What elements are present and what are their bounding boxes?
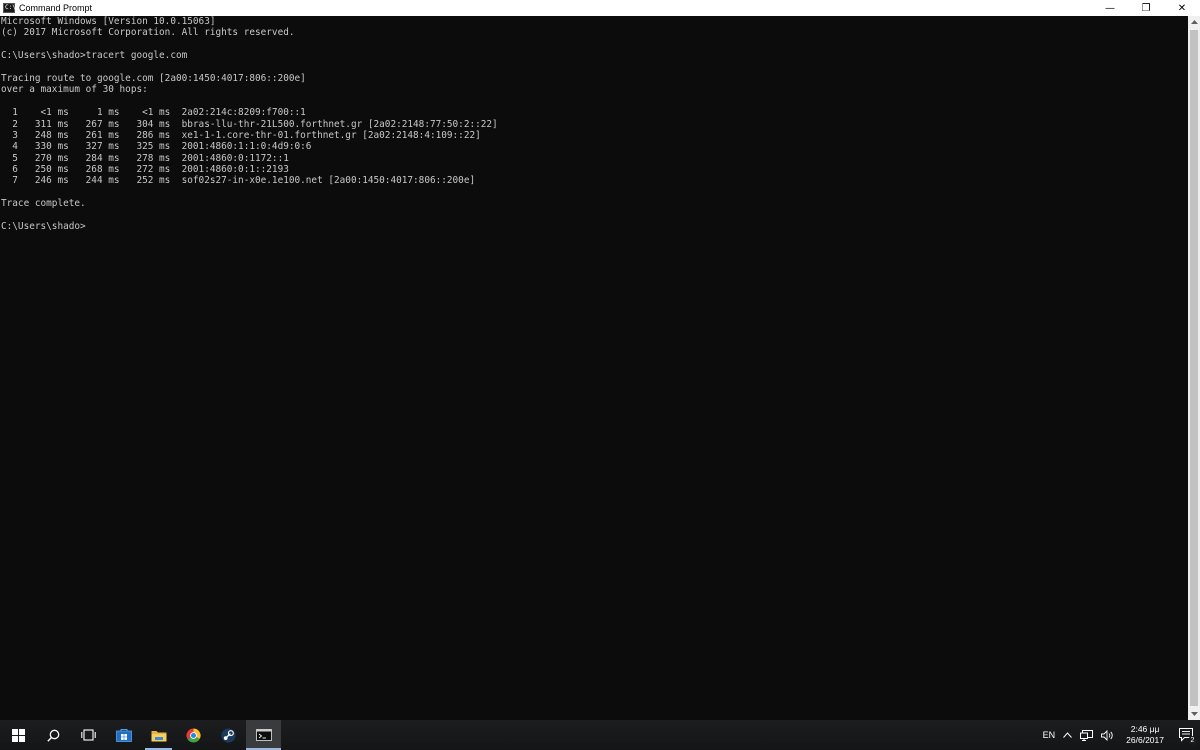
restore-button[interactable]: ❐ (1128, 0, 1164, 16)
console-line: C:\Users\shado>tracert google.com (1, 50, 188, 62)
console-line: 1 <1 ms 1 ms <1 ms 2a02:214c:8209:f700::… (1, 107, 306, 119)
cmd-icon (255, 729, 272, 741)
window-controls: — ❐ ✕ (1092, 0, 1200, 16)
console-line: 4 330 ms 327 ms 325 ms 2001:4860:1:1:0:4… (1, 141, 312, 153)
console-line: 7 246 ms 244 ms 252 ms sof02s27-in-x0e.1… (1, 175, 476, 187)
scrollbar-thumb[interactable] (1190, 30, 1198, 706)
search-button[interactable] (36, 720, 71, 750)
window-title: Command Prompt (19, 3, 93, 13)
scroll-down-icon[interactable] (1188, 708, 1200, 720)
volume-control[interactable] (1097, 729, 1118, 741)
console-line: Tracing route to google.com [2a00:1450:4… (1, 72, 306, 84)
console-line: (c) 2017 Microsoft Corporation. All righ… (1, 27, 295, 39)
windows-icon (11, 728, 25, 742)
action-center-button[interactable]: 2 (1172, 720, 1200, 750)
search-icon (47, 729, 60, 742)
system-tray: EN 2:46 μμ 26/6/2017 2 (1039, 720, 1200, 750)
console-prompt-line[interactable]: C:\Users\shado> (0, 221, 1188, 232)
steam-icon (221, 727, 236, 743)
console-line: over a maximum of 30 hops: (1, 84, 148, 96)
console-line: 3 248 ms 261 ms 286 ms xe1-1-1.core-thr-… (1, 129, 481, 141)
taskbar: EN 2:46 μμ 26/6/2017 2 (0, 720, 1200, 750)
chrome-button[interactable] (176, 720, 211, 750)
task-view-button[interactable] (71, 720, 106, 750)
cmd-window-icon[interactable]: C:\ (3, 3, 16, 13)
clock-time: 2:46 μμ (1130, 724, 1160, 734)
chevron-up-icon (1063, 732, 1073, 738)
console-line: 2 311 ms 267 ms 304 ms bbras-llu-thr-21L… (1, 118, 498, 130)
show-hidden-icons-button[interactable] (1059, 732, 1076, 738)
close-button[interactable]: ✕ (1164, 0, 1200, 16)
start-button[interactable] (0, 720, 36, 750)
console-line: Trace complete. (1, 198, 86, 210)
vertical-scrollbar[interactable] (1188, 16, 1200, 720)
console-line: 6 250 ms 268 ms 272 ms 2001:4860:0:1::21… (1, 164, 289, 176)
file-explorer-button[interactable] (141, 720, 176, 750)
console-output[interactable]: Microsoft Windows [Version 10.0.15063] (… (0, 16, 1188, 720)
folder-icon (151, 730, 166, 741)
network-status[interactable] (1076, 729, 1097, 741)
steam-button[interactable] (211, 720, 246, 750)
console-line: 5 270 ms 284 ms 278 ms 2001:4860:0:1172:… (1, 152, 289, 164)
cmd-taskbar-button[interactable] (246, 720, 281, 750)
volume-icon (1101, 729, 1113, 741)
task-view-icon (81, 729, 96, 741)
network-icon (1080, 729, 1094, 741)
language-indicator[interactable]: EN (1039, 730, 1060, 740)
store-button[interactable] (106, 720, 141, 750)
clock-date: 26/6/2017 (1126, 735, 1164, 745)
minimize-button[interactable]: — (1092, 0, 1128, 16)
store-icon (115, 729, 132, 742)
notification-count-badge: 2 (1188, 736, 1197, 745)
console-line: Microsoft Windows [Version 10.0.15063] (1, 16, 216, 27)
chrome-icon (186, 727, 201, 743)
clock[interactable]: 2:46 μμ 26/6/2017 (1118, 724, 1172, 746)
title-bar[interactable]: C:\ Command Prompt — ❐ ✕ (0, 0, 1200, 16)
scroll-up-icon[interactable] (1188, 16, 1200, 28)
cmd-window-icon-label: C:\ (5, 4, 16, 11)
